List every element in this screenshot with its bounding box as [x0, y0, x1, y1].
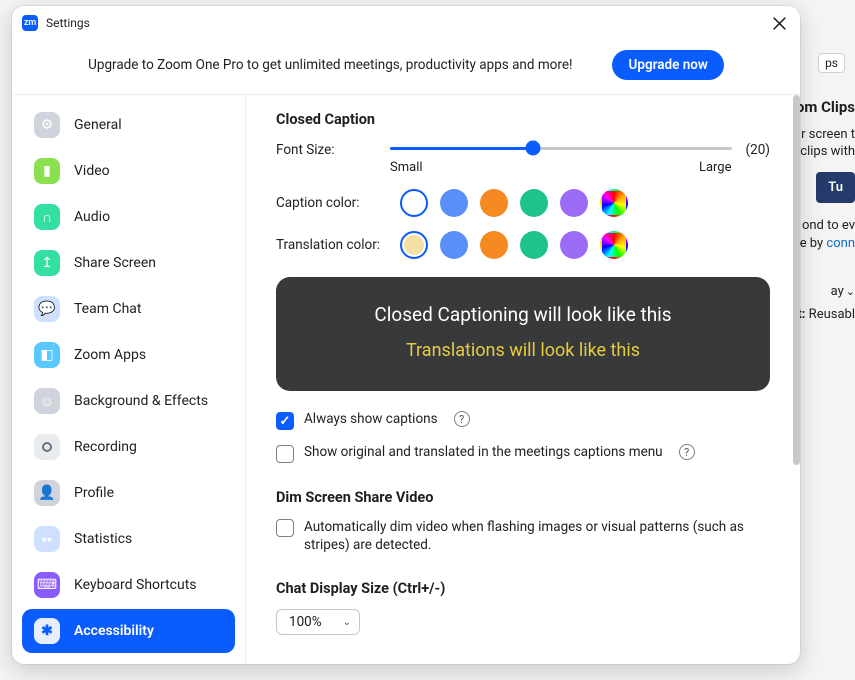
sidebar-item-general[interactable]: ⚙ General [22, 103, 235, 147]
bg-text-1b: clips with [800, 144, 855, 159]
video-icon: ▮ [34, 158, 60, 184]
statistics-icon: ▪▪ [34, 526, 60, 552]
accessibility-icon: ✱ [34, 618, 60, 644]
keyboard-icon: ⌨ [34, 572, 60, 598]
chat-display-size-value: 100% [289, 614, 322, 630]
sidebar-item-team-chat[interactable]: 💬 Team Chat [22, 287, 235, 331]
auto-dim-label: Automatically dim video when flashing im… [304, 518, 770, 554]
scrollbar[interactable] [793, 95, 800, 465]
sidebar-item-label: Team Chat [74, 301, 141, 317]
sidebar-item-keyboard-shortcuts[interactable]: ⌨ Keyboard Shortcuts [22, 563, 235, 607]
sidebar-item-label: Recording [74, 439, 137, 455]
sidebar-item-label: Profile [74, 485, 114, 501]
swatch-blue[interactable] [440, 189, 468, 217]
preview-caption-text: Closed Captioning will look like this [296, 303, 750, 326]
close-icon [773, 17, 786, 30]
content-pane: Closed Caption Font Size: Small Large (2… [246, 95, 800, 664]
bg-day[interactable]: ay⌄ [831, 284, 855, 299]
sidebar-item-label: Zoom Apps [74, 347, 146, 363]
bg-clips-tab: om Clips [796, 98, 855, 116]
share-screen-icon: ↥ [34, 250, 60, 276]
sidebar-item-audio[interactable]: ∩ Audio [22, 195, 235, 239]
slider-min-label: Small [390, 160, 423, 175]
swatch-violet[interactable] [560, 189, 588, 217]
translation-color-label: Translation color: [276, 237, 386, 253]
show-original-translated-checkbox[interactable] [276, 445, 294, 463]
zoom-icon: zm [22, 15, 38, 31]
bg-badge: ps [818, 53, 845, 73]
caption-color-swatches [400, 189, 628, 217]
font-size-value: (20) [746, 140, 771, 158]
sidebar-item-video[interactable]: ▮ Video [22, 149, 235, 193]
preview-translation-text: Translations will look like this [296, 340, 750, 361]
sidebar-item-recording[interactable]: Recording [22, 425, 235, 469]
sidebar-item-label: Keyboard Shortcuts [74, 577, 197, 593]
closed-caption-heading: Closed Caption [276, 111, 770, 128]
slider-max-label: Large [699, 160, 732, 175]
bg-text-2a: ond to ev [802, 218, 855, 233]
always-show-captions-label: Always show captions [304, 411, 438, 427]
sidebar-item-label: Audio [74, 209, 110, 225]
caption-preview: Closed Captioning will look like this Tr… [276, 277, 770, 391]
swatch-custom[interactable] [600, 231, 628, 259]
settings-sidebar: ⚙ General ▮ Video ∩ Audio ↥ Share Screen 💬 Te… [12, 95, 246, 664]
sidebar-item-accessibility[interactable]: ✱ Accessibility [22, 609, 235, 653]
translation-color-swatches [400, 231, 628, 259]
bg-text-2b: e by conn [800, 236, 855, 251]
sidebar-item-background-effects[interactable]: ☺ Background & Effects [22, 379, 235, 423]
bg-reusable: t: Reusabl [797, 307, 855, 322]
caption-color-label: Caption color: [276, 195, 386, 211]
swatch-blue[interactable] [440, 231, 468, 259]
swatch-teal[interactable] [520, 189, 548, 217]
chat-icon: 💬 [34, 296, 60, 322]
sidebar-item-share-screen[interactable]: ↥ Share Screen [22, 241, 235, 285]
upgrade-button[interactable]: Upgrade now [612, 50, 723, 80]
swatch-yellow[interactable] [400, 231, 428, 259]
sidebar-item-profile[interactable]: 👤 Profile [22, 471, 235, 515]
banner-text: Upgrade to Zoom One Pro to get unlimited… [88, 57, 572, 73]
swatch-custom[interactable] [600, 189, 628, 217]
sidebar-item-label: Background & Effects [74, 393, 208, 409]
sidebar-item-label: Video [74, 163, 110, 179]
auto-dim-checkbox[interactable] [276, 519, 294, 537]
chat-display-size-heading: Chat Display Size (Ctrl+/-) [276, 580, 770, 597]
slider-thumb[interactable] [526, 141, 541, 156]
profile-icon: 👤 [34, 480, 60, 506]
window-title: Settings [46, 16, 90, 30]
swatch-teal[interactable] [520, 231, 548, 259]
background-icon: ☺ [34, 388, 60, 414]
bg-button[interactable]: Tu [816, 172, 855, 203]
swatch-white[interactable] [400, 189, 428, 217]
recording-icon [34, 434, 60, 460]
headphones-icon: ∩ [34, 204, 60, 230]
sidebar-item-label: Accessibility [74, 623, 154, 639]
swatch-orange[interactable] [480, 231, 508, 259]
chat-display-size-select[interactable]: 100% ⌄ [276, 609, 360, 635]
sidebar-item-zoom-apps[interactable]: ◧ Zoom Apps [22, 333, 235, 377]
bg-text-1a: r screen t [801, 127, 855, 142]
sidebar-item-statistics[interactable]: ▪▪ Statistics [22, 517, 235, 561]
close-button[interactable] [768, 12, 790, 34]
sidebar-item-label: General [74, 117, 122, 133]
always-show-captions-checkbox[interactable] [276, 412, 294, 430]
settings-window: zm Settings Upgrade to Zoom One Pro to g… [12, 6, 800, 664]
dim-screen-share-heading: Dim Screen Share Video [276, 489, 770, 506]
apps-icon: ◧ [34, 342, 60, 368]
titlebar: zm Settings [12, 6, 800, 38]
font-size-slider[interactable] [390, 140, 732, 156]
swatch-orange[interactable] [480, 189, 508, 217]
help-icon[interactable]: ? [679, 444, 695, 460]
upgrade-banner: Upgrade to Zoom One Pro to get unlimited… [12, 38, 800, 95]
sidebar-item-label: Share Screen [74, 255, 156, 271]
sidebar-item-label: Statistics [74, 531, 132, 547]
swatch-violet[interactable] [560, 231, 588, 259]
help-icon[interactable]: ? [454, 411, 470, 427]
show-original-translated-label: Show original and translated in the meet… [304, 444, 663, 460]
font-size-label: Font Size: [276, 140, 376, 158]
chevron-down-icon: ⌄ [343, 617, 351, 628]
gear-icon: ⚙ [34, 112, 60, 138]
